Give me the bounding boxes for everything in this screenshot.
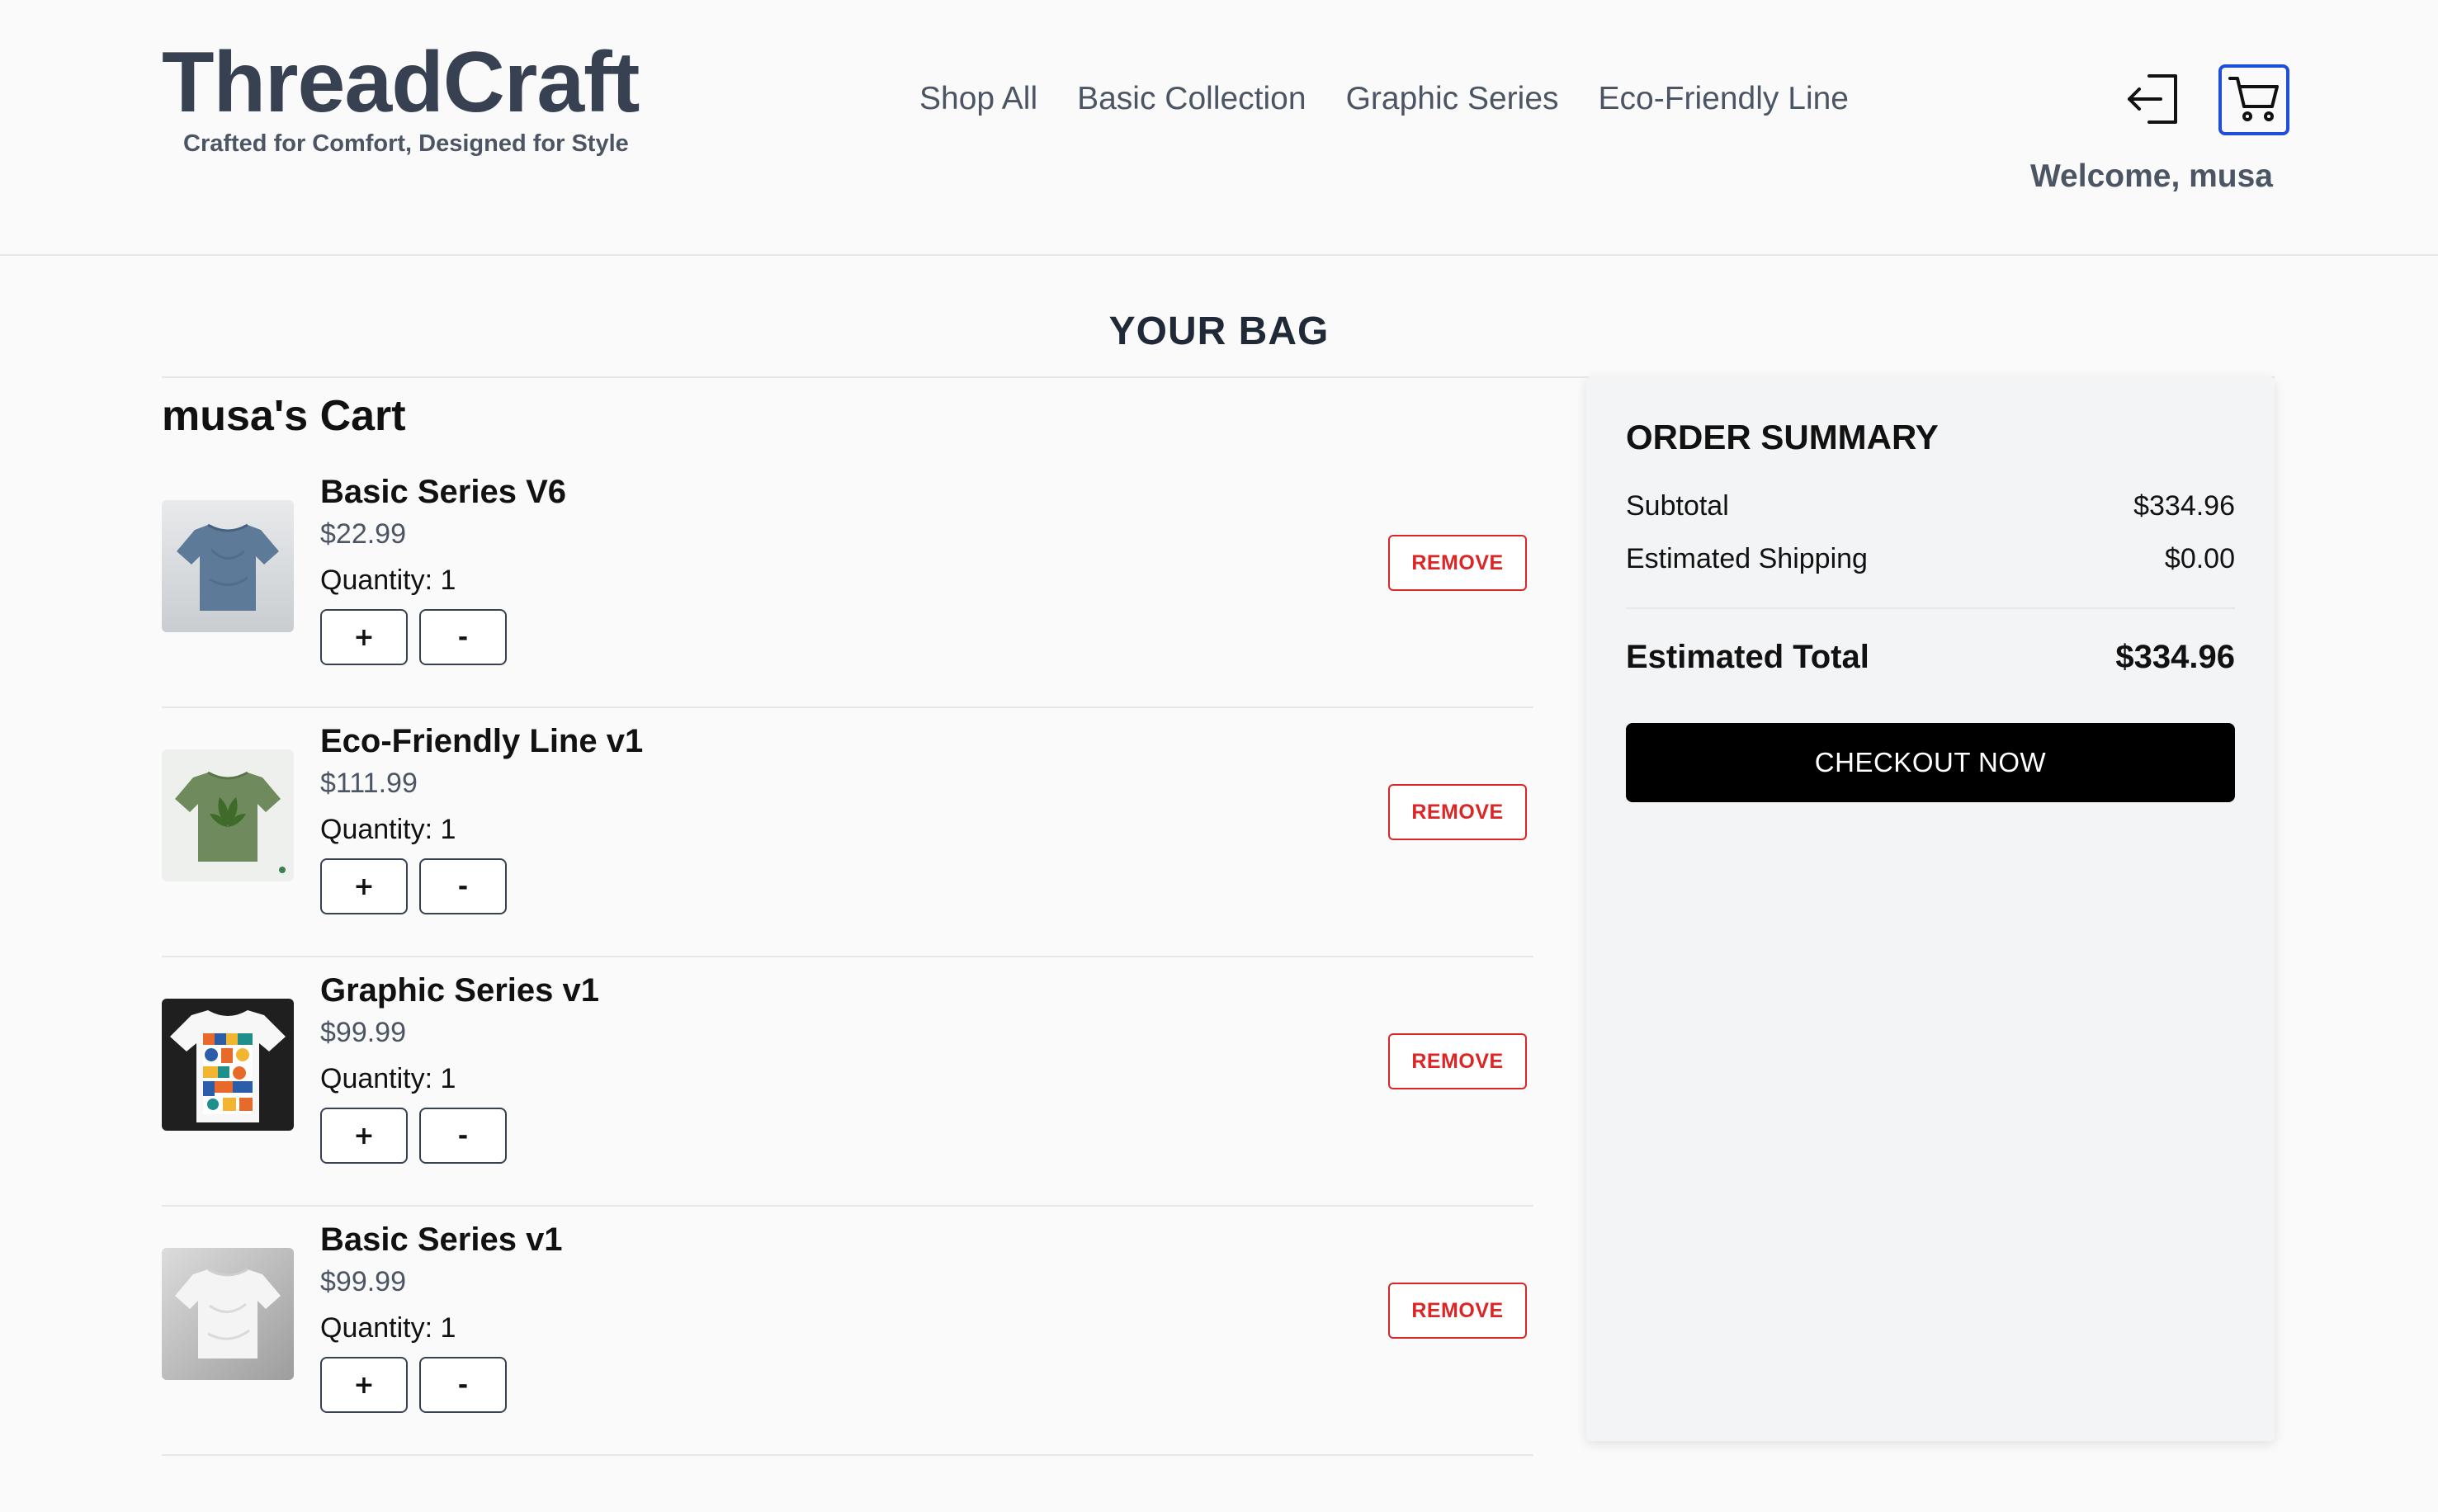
subtotal-row: Subtotal $334.96 xyxy=(1626,490,2235,522)
decrease-quantity-button[interactable]: - xyxy=(419,1108,507,1164)
subtotal-label: Subtotal xyxy=(1626,490,1729,522)
cart-item: Basic Series v1 $99.99 Quantity: 1 + - R… xyxy=(162,1207,1533,1456)
shipping-label: Estimated Shipping xyxy=(1626,543,1868,574)
nav-item-eco-friendly-line[interactable]: Eco-Friendly Line xyxy=(1599,81,1849,117)
decrease-quantity-button[interactable]: - xyxy=(419,858,507,914)
cart-item: Eco-Friendly Line v1 $111.99 Quantity: 1… xyxy=(162,708,1533,957)
site-header: ThreadCraft Crafted for Comfort, Designe… xyxy=(0,0,2438,256)
decrease-quantity-button[interactable]: - xyxy=(419,1357,507,1413)
nav-item-graphic-series[interactable]: Graphic Series xyxy=(1346,81,1559,117)
remove-item-button[interactable]: REMOVE xyxy=(1388,1283,1527,1339)
order-summary-panel: ORDER SUMMARY Subtotal $334.96 Estimated… xyxy=(1586,376,2275,1441)
divider xyxy=(1626,607,2235,609)
total-value: $334.96 xyxy=(2115,639,2235,675)
total-row: Estimated Total $334.96 xyxy=(1626,639,2235,676)
order-summary-title: ORDER SUMMARY xyxy=(1626,418,1939,456)
brand-title: ThreadCraft xyxy=(162,35,640,130)
page-title: YOUR BAG xyxy=(1108,309,1330,353)
total-label: Estimated Total xyxy=(1626,639,1869,675)
header-actions xyxy=(2118,64,2289,135)
nav-item-basic-collection[interactable]: Basic Collection xyxy=(1077,81,1306,117)
nav-item-shop-all[interactable]: Shop All xyxy=(919,81,1037,117)
cart-item: Basic Series V6 $22.99 Quantity: 1 + - R… xyxy=(162,459,1533,708)
increase-quantity-button[interactable]: + xyxy=(320,1108,408,1164)
item-price: $22.99 xyxy=(320,518,406,550)
item-name[interactable]: Basic Series v1 xyxy=(320,1221,563,1259)
brand-logo[interactable]: ThreadCraft Crafted for Comfort, Designe… xyxy=(162,35,673,158)
remove-item-button[interactable]: REMOVE xyxy=(1388,535,1527,591)
cart-title: musa's Cart xyxy=(162,392,406,440)
shipping-value: $0.00 xyxy=(2164,543,2235,574)
product-image-blue-tshirt[interactable] xyxy=(162,500,294,632)
logout-icon xyxy=(2124,73,2182,128)
item-price: $99.99 xyxy=(320,1017,406,1048)
remove-item-button[interactable]: REMOVE xyxy=(1388,1033,1527,1089)
item-quantity: Quantity: 1 xyxy=(320,1312,456,1344)
main-nav: Shop All Basic Collection Graphic Series… xyxy=(919,76,1849,122)
decrease-quantity-button[interactable]: - xyxy=(419,609,507,665)
item-price: $99.99 xyxy=(320,1266,406,1297)
subtotal-value: $334.96 xyxy=(2133,490,2235,522)
shipping-row: Estimated Shipping $0.00 xyxy=(1626,543,2235,575)
item-name[interactable]: Graphic Series v1 xyxy=(320,972,599,1009)
increase-quantity-button[interactable]: + xyxy=(320,858,408,914)
remove-item-button[interactable]: REMOVE xyxy=(1388,784,1527,840)
item-name[interactable]: Eco-Friendly Line v1 xyxy=(320,723,643,760)
increase-quantity-button[interactable]: + xyxy=(320,1357,408,1413)
item-price: $111.99 xyxy=(320,768,418,799)
product-image-white-tshirt[interactable] xyxy=(162,1248,294,1380)
product-image-green-tshirt[interactable] xyxy=(162,749,294,881)
brand-tagline: Crafted for Comfort, Designed for Style xyxy=(183,130,629,157)
item-quantity: Quantity: 1 xyxy=(320,1063,456,1094)
cart-button[interactable] xyxy=(2218,64,2289,135)
cart-icon xyxy=(2228,73,2280,127)
increase-quantity-button[interactable]: + xyxy=(320,609,408,665)
logout-button[interactable] xyxy=(2118,64,2189,135)
item-name[interactable]: Basic Series V6 xyxy=(320,474,566,511)
product-image-graphic-tshirt[interactable] xyxy=(162,999,294,1131)
item-quantity: Quantity: 1 xyxy=(320,814,456,845)
checkout-button[interactable]: CHECKOUT NOW xyxy=(1626,723,2235,802)
cart-list: Basic Series V6 $22.99 Quantity: 1 + - R… xyxy=(162,459,1533,1456)
item-quantity: Quantity: 1 xyxy=(320,565,456,596)
welcome-message: Welcome, musa xyxy=(2029,158,2273,194)
cart-item: Graphic Series v1 $99.99 Quantity: 1 + -… xyxy=(162,957,1533,1207)
